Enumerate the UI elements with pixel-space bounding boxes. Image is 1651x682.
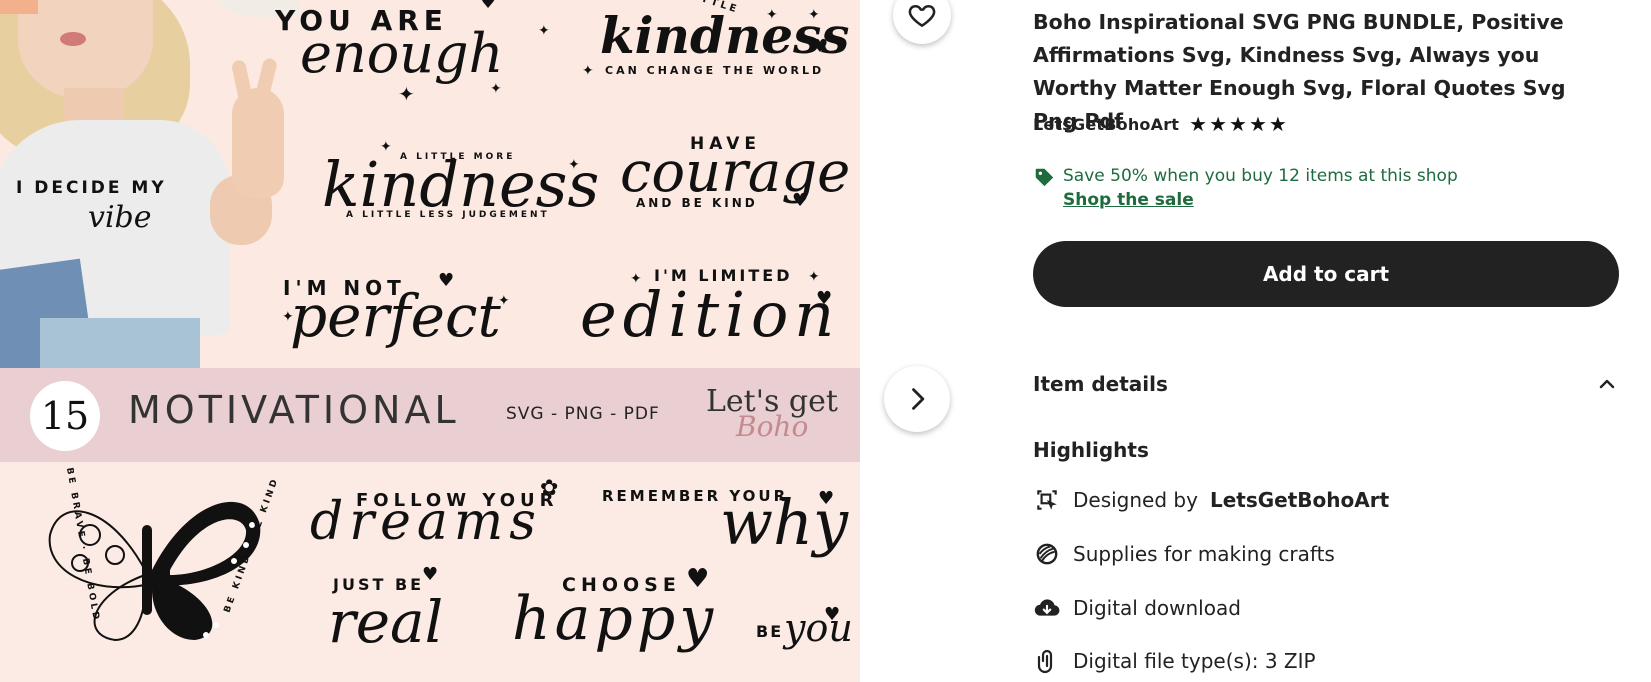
jeans [40, 318, 200, 368]
designer-link[interactable]: LetsGetBohoArt [1210, 488, 1389, 512]
seller-row: LetsGetBohoArt ★ ★ ★ ★ ★ [1033, 114, 1287, 134]
quote-dreams: dreams [310, 492, 542, 552]
designer-icon [1033, 486, 1061, 514]
sparkle-icon: ✦ [808, 269, 820, 285]
shirt-print-line2: vibe [88, 200, 152, 235]
quote-be-kind: AND BE KIND [636, 196, 758, 210]
heart-icon: ♥ [816, 288, 833, 309]
sparkle-icon: ✦ [398, 82, 415, 106]
sparkle-icon: ✦ [766, 7, 778, 23]
sparkle-icon: ✦ [808, 7, 820, 23]
quote-change-world: CAN CHANGE THE WORLD [605, 64, 825, 77]
quote-be: BE [756, 622, 784, 641]
model-photo: I DECIDE MY vibe [0, 0, 300, 368]
paperclip-icon [1033, 647, 1061, 675]
highlight-digital-download: Digital download [1033, 594, 1241, 622]
corner-tag [0, 0, 38, 14]
sparkle-icon: ✦ [448, 325, 460, 341]
heart-outline-icon [908, 5, 936, 27]
heart-icon: ♥ [824, 604, 841, 625]
flower-icon: ✿ [540, 476, 559, 501]
designed-by-prefix: Designed by [1073, 488, 1198, 512]
file-types-text: Digital file type(s): 3 ZIP [1073, 649, 1316, 673]
star-icon: ★ [1189, 112, 1208, 136]
sparkle-icon: ✦ [582, 63, 594, 79]
seller-name-link[interactable]: LetsGetBohoArt [1033, 115, 1179, 134]
sparkle-icon: ✦ [282, 309, 294, 325]
band-formats: SVG - PNG - PDF [506, 404, 660, 424]
sparkle-icon: ✦ [538, 23, 550, 39]
heart-icon: ♥ [792, 190, 809, 211]
heart-icon: ♥ [422, 564, 439, 585]
price-tag-icon [1035, 168, 1054, 187]
sale-banner: Save 50% when you buy 12 items at this s… [1033, 164, 1458, 212]
star-icon: ★ [1229, 112, 1247, 136]
yarn-icon [1033, 540, 1061, 568]
quote-real: real [328, 588, 444, 656]
star-icon: ★ [1209, 112, 1228, 136]
heart-icon: ♥ [812, 36, 829, 57]
supplies-text: Supplies for making crafts [1073, 542, 1335, 566]
listing-page: I DECIDE MY vibe YOU ARE ♥ enough ✦ ✦ ✦ … [0, 0, 1651, 682]
lips [60, 32, 86, 46]
product-image[interactable]: I DECIDE MY vibe YOU ARE ♥ enough ✦ ✦ ✦ … [0, 0, 860, 682]
shop-the-sale-link[interactable]: Shop the sale [1063, 188, 1458, 212]
item-details-toggle[interactable]: Item details [1033, 372, 1619, 396]
quote-enough: enough [300, 22, 504, 85]
highlight-designed-by: Designed by LetsGetBohoArt [1033, 486, 1389, 514]
sale-text-block: Save 50% when you buy 12 items at this s… [1063, 164, 1458, 212]
quote-you: you [784, 606, 853, 650]
sparkle-icon: ✦ [630, 271, 642, 287]
rating-stars[interactable]: ★ ★ ★ ★ ★ [1189, 114, 1287, 134]
chevron-up-icon [1599, 379, 1615, 389]
quote-less-judgement: A LITTLE LESS JUDGEMENT [346, 210, 550, 220]
favorite-button[interactable] [893, 0, 951, 44]
heart-icon: ♥ [480, 0, 497, 13]
highlight-supplies: Supplies for making crafts [1033, 540, 1335, 568]
sparkle-icon: ✦ [380, 139, 392, 155]
listing-info-panel: Boho Inspirational SVG PNG BUNDLE, Posit… [1033, 0, 1623, 682]
sparkle-icon: ✦ [568, 157, 580, 173]
star-icon: ★ [1248, 112, 1267, 136]
digital-download-text: Digital download [1073, 596, 1241, 620]
add-to-cart-button[interactable]: Add to cart [1033, 241, 1619, 307]
sparkle-icon: ✦ [498, 293, 510, 309]
quote-edition: edition [580, 278, 841, 351]
star-icon: ★ [1268, 112, 1287, 136]
chevron-right-icon [912, 388, 925, 410]
shirt-print-line1: I DECIDE MY [16, 178, 167, 198]
next-image-button[interactable] [884, 366, 950, 432]
brand-logo-bottom: Boho [736, 410, 809, 443]
highlight-file-types: Digital file type(s): 3 ZIP [1033, 647, 1316, 675]
heart-icon: ♥ [818, 488, 835, 509]
sparkle-icon: ✦ [490, 81, 502, 97]
count-badge: 15 [30, 381, 100, 451]
quote-happy: happy [512, 584, 718, 654]
sale-text: Save 50% when you buy 12 items at this s… [1063, 166, 1458, 186]
item-details-title: Item details [1033, 372, 1168, 396]
band-title: MOTIVATIONAL [128, 388, 460, 432]
highlights-heading: Highlights [1033, 438, 1149, 462]
quote-perfect: perfect [290, 282, 501, 350]
cloud-download-icon [1033, 594, 1061, 622]
